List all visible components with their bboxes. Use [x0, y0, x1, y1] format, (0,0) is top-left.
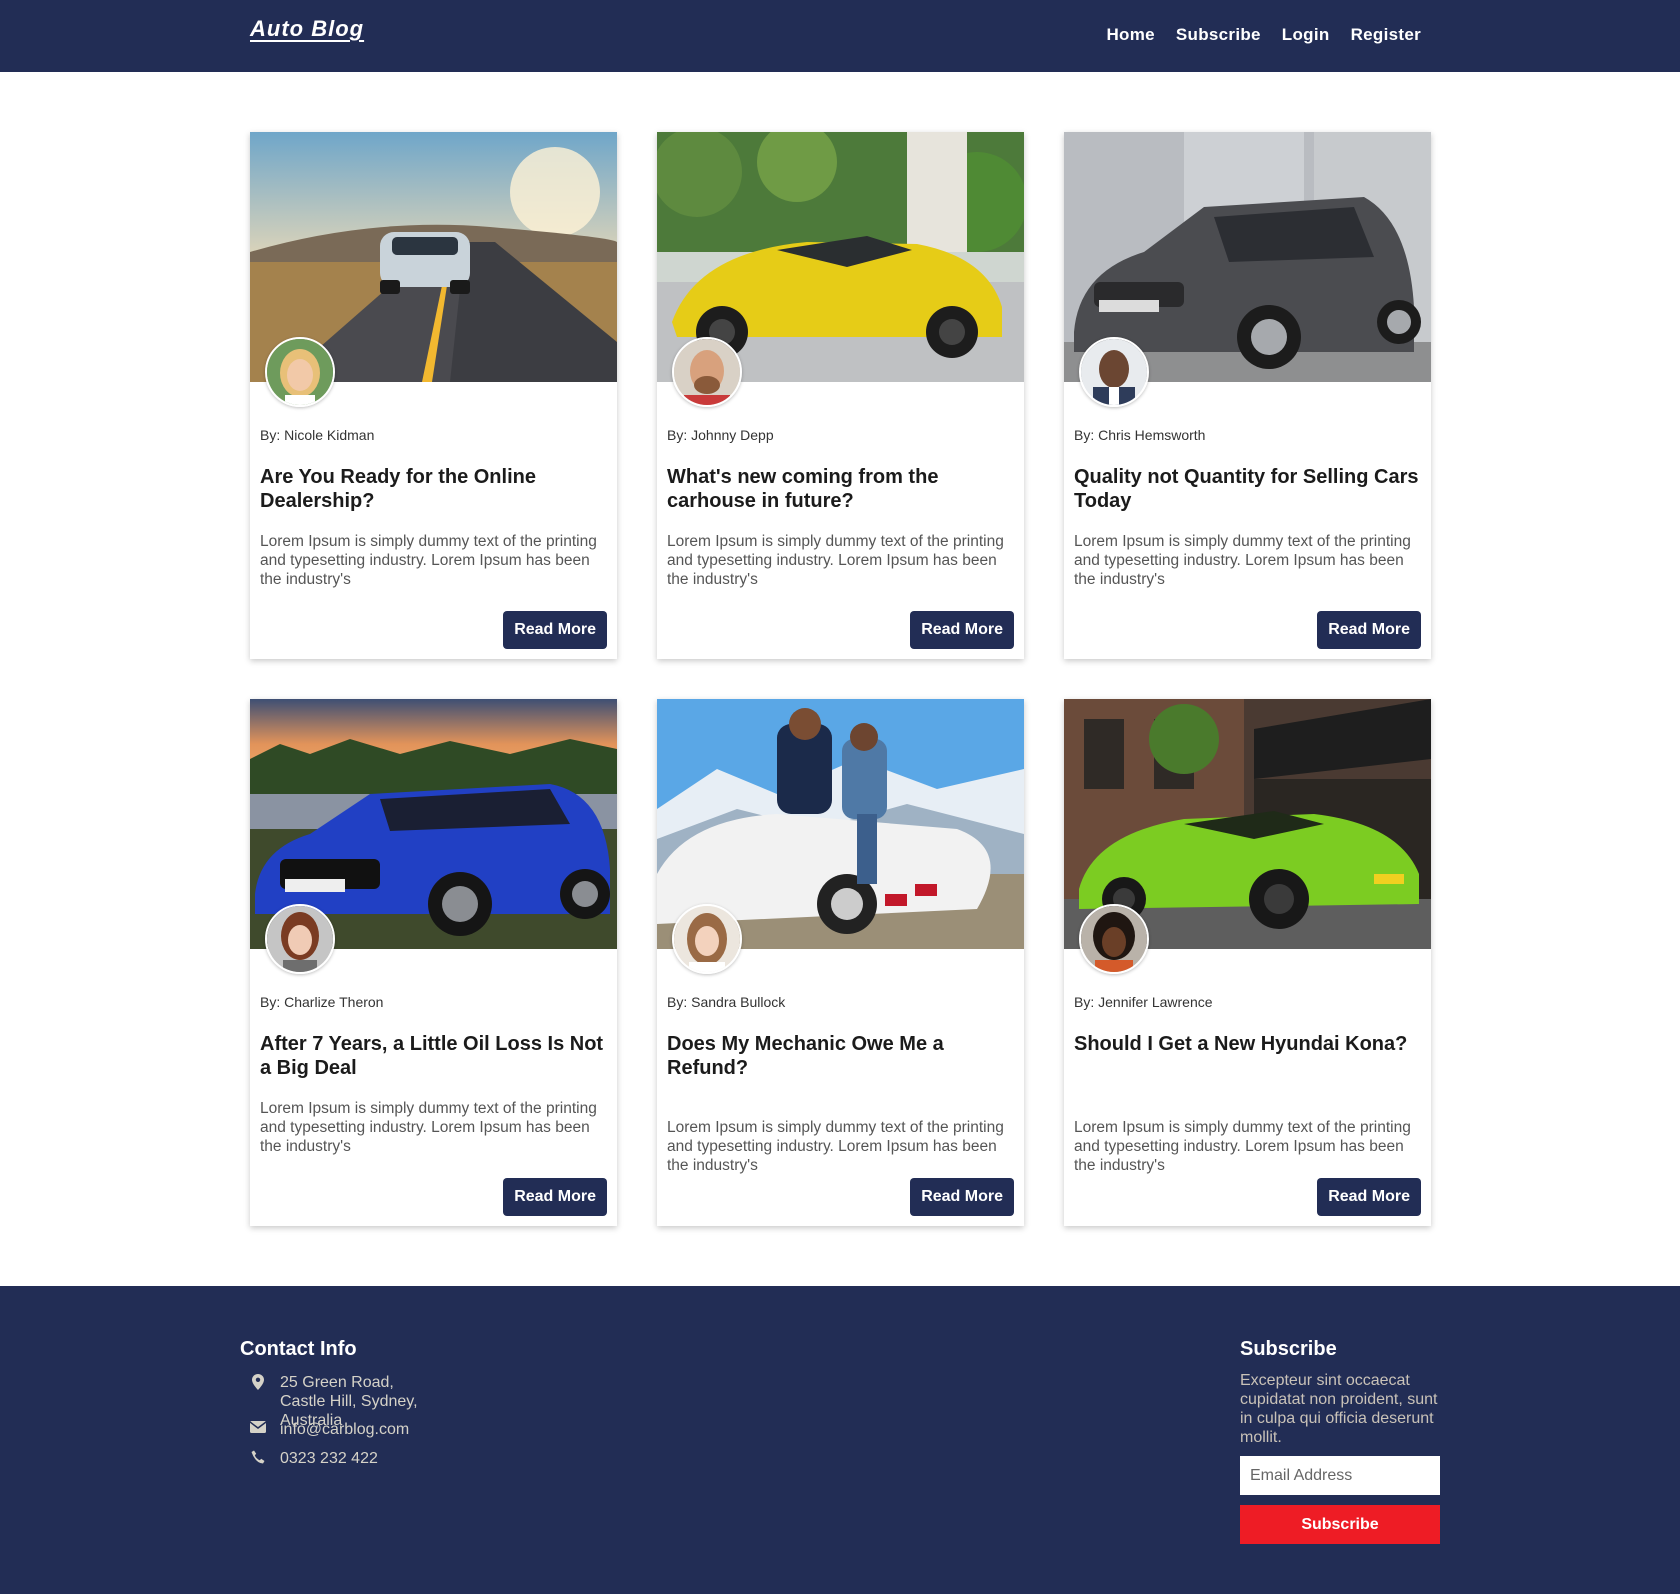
- author-avatar: [672, 904, 742, 974]
- post-author: By: Sandra Bullock: [667, 994, 786, 1010]
- post-author: By: Jennifer Lawrence: [1074, 994, 1213, 1010]
- subscribe-description: Excepteur sint occaecat cupidatat non pr…: [1240, 1372, 1438, 1446]
- post-author: By: Chris Hemsworth: [1074, 427, 1206, 443]
- phone-text[interactable]: 0323 232 422: [280, 1449, 378, 1468]
- post-title[interactable]: Does My Mechanic Owe Me a Refund?: [667, 1032, 1017, 1080]
- subscribe-button[interactable]: Subscribe: [1240, 1505, 1440, 1544]
- nav-home[interactable]: Home: [1106, 25, 1154, 45]
- main-nav: Home Subscribe Login Register: [1106, 25, 1421, 45]
- map-pin-icon: [250, 1374, 266, 1390]
- top-navbar: Auto Blog Home Subscribe Login Register: [0, 0, 1680, 72]
- author-avatar: [265, 337, 335, 407]
- nav-subscribe[interactable]: Subscribe: [1176, 25, 1261, 45]
- post-thumbnail[interactable]: [250, 132, 617, 407]
- post-thumbnail[interactable]: [250, 699, 617, 974]
- post-thumbnail[interactable]: [1064, 699, 1431, 974]
- read-more-button[interactable]: Read More: [503, 611, 607, 649]
- posts-grid: By: Nicole Kidman Are You Ready for the …: [250, 132, 1431, 1226]
- post-title[interactable]: Are You Ready for the Online Dealership?: [260, 465, 610, 513]
- post-title[interactable]: What's new coming from the carhouse in f…: [667, 465, 1017, 513]
- post-excerpt: Lorem Ipsum is simply dummy text of the …: [1074, 1119, 1411, 1174]
- subscribe-heading: Subscribe: [1240, 1338, 1337, 1360]
- post-title[interactable]: Should I Get a New Hyundai Kona?: [1074, 1032, 1424, 1056]
- post-card: By: Charlize Theron After 7 Years, a Lit…: [250, 699, 617, 1226]
- author-avatar: [1079, 337, 1149, 407]
- read-more-button[interactable]: Read More: [1317, 1178, 1421, 1216]
- envelope-icon: [250, 1421, 266, 1433]
- nav-login[interactable]: Login: [1282, 25, 1330, 45]
- post-thumbnail[interactable]: [657, 699, 1024, 974]
- post-card: By: Chris Hemsworth Quality not Quantity…: [1064, 132, 1431, 659]
- site-footer: Contact Info 25 Green Road, Castle Hill,…: [0, 1286, 1680, 1594]
- post-author: By: Johnny Depp: [667, 427, 774, 443]
- contact-phone: 0323 232 422: [250, 1449, 378, 1468]
- post-excerpt: Lorem Ipsum is simply dummy text of the …: [667, 1119, 1004, 1174]
- phone-icon: [250, 1450, 266, 1464]
- contact-email: info@carblog.com: [250, 1420, 409, 1439]
- post-thumbnail[interactable]: [1064, 132, 1431, 407]
- author-avatar: [1079, 904, 1149, 974]
- post-excerpt: Lorem Ipsum is simply dummy text of the …: [1074, 533, 1411, 588]
- post-title[interactable]: Quality not Quantity for Selling Cars To…: [1074, 465, 1424, 513]
- read-more-button[interactable]: Read More: [910, 611, 1014, 649]
- post-card: By: Johnny Depp What's new coming from t…: [657, 132, 1024, 659]
- nav-register[interactable]: Register: [1351, 25, 1421, 45]
- post-card: By: Nicole Kidman Are You Ready for the …: [250, 132, 617, 659]
- contact-heading: Contact Info: [240, 1338, 357, 1360]
- post-card: By: Jennifer Lawrence Should I Get a New…: [1064, 699, 1431, 1226]
- email-text[interactable]: info@carblog.com: [280, 1420, 409, 1439]
- post-thumbnail[interactable]: [657, 132, 1024, 407]
- site-logo[interactable]: Auto Blog: [250, 16, 364, 42]
- read-more-button[interactable]: Read More: [1317, 611, 1421, 649]
- author-avatar: [672, 337, 742, 407]
- read-more-button[interactable]: Read More: [910, 1178, 1014, 1216]
- email-address-input[interactable]: [1240, 1456, 1440, 1495]
- post-excerpt: Lorem Ipsum is simply dummy text of the …: [260, 533, 597, 588]
- post-card: By: Sandra Bullock Does My Mechanic Owe …: [657, 699, 1024, 1226]
- post-author: By: Nicole Kidman: [260, 427, 375, 443]
- post-excerpt: Lorem Ipsum is simply dummy text of the …: [667, 533, 1004, 588]
- post-excerpt: Lorem Ipsum is simply dummy text of the …: [260, 1100, 597, 1155]
- post-author: By: Charlize Theron: [260, 994, 384, 1010]
- read-more-button[interactable]: Read More: [503, 1178, 607, 1216]
- post-title[interactable]: After 7 Years, a Little Oil Loss Is Not …: [260, 1032, 610, 1080]
- author-avatar: [265, 904, 335, 974]
